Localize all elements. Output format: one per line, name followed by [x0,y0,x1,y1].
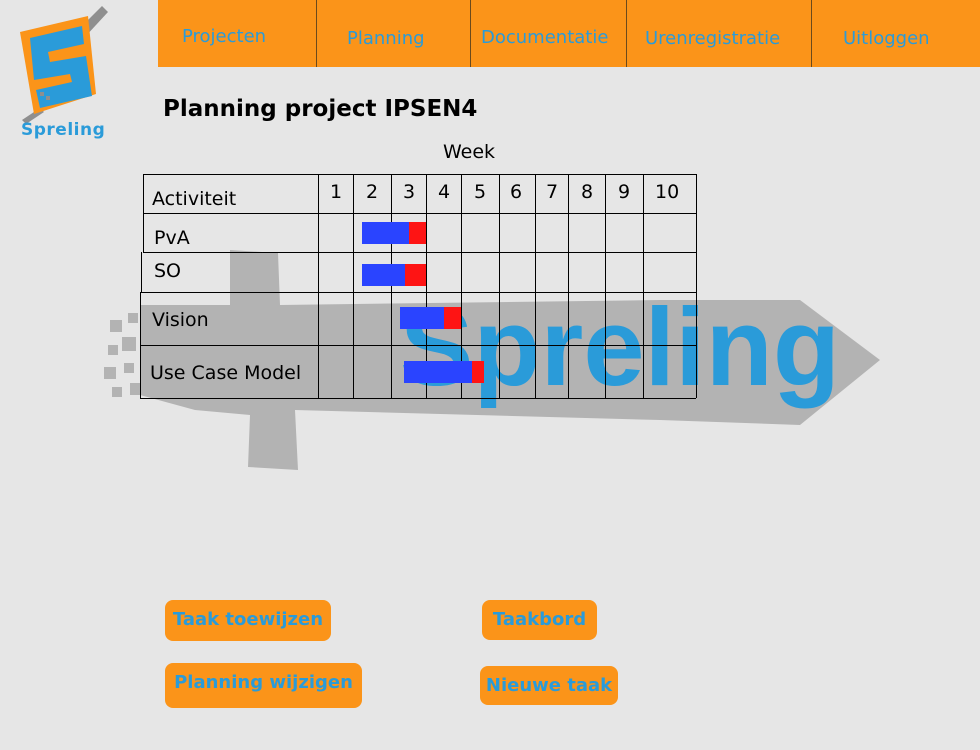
week-label: Week [443,141,496,163]
week-number: 5 [474,181,487,203]
gantt-bar-planned [403,361,473,383]
main-nav: Projecten Planning Documentatie Urenregi… [158,0,980,67]
nav-label: Planning [347,28,425,49]
week-number: 2 [366,181,379,203]
nav-label: Uitloggen [843,28,930,49]
week-number: 3 [403,181,416,203]
new-task-button[interactable]: Nieuwe taak [480,666,618,705]
watermark-text: Spreling [400,286,840,409]
gantt-bar-extra [443,307,461,329]
week-number: 7 [546,181,559,203]
activity-header: Activiteit [152,188,237,210]
nav-label: Projecten [182,26,267,47]
gantt-bar-extra [408,222,426,244]
nav-uitloggen[interactable]: Uitloggen [812,0,980,67]
gantt-bar-extra [405,264,426,286]
nav-label: Documentatie [481,27,609,48]
spreling-logo[interactable]: Spreling [14,4,124,144]
week-number: 4 [438,181,451,203]
spreling-watermark: Spreling [104,250,880,470]
nav-documentatie[interactable]: Documentatie [471,0,627,67]
week-number: 1 [330,181,343,203]
gantt-bar-planned [400,307,444,329]
assign-task-button[interactable]: Taak toewijzen [165,600,331,641]
gantt-bar-planned [362,264,405,286]
nav-projecten[interactable]: Projecten [158,0,317,67]
task-board-button[interactable]: Taakbord [482,600,597,640]
nav-label: Urenregistratie [645,28,781,49]
week-number: 10 [655,181,680,203]
spreling-s-logo-icon [20,6,108,124]
page-title: Planning project IPSEN4 [163,96,478,122]
nav-urenregistratie[interactable]: Urenregistratie [627,0,812,67]
change-planning-button[interactable]: Planning wijzigen [165,663,362,708]
logo-text: Spreling [21,120,106,140]
week-number: 9 [618,181,631,203]
nav-planning[interactable]: Planning [317,0,471,67]
gantt-bar-extra [472,361,484,383]
gantt-bar-planned [362,222,409,244]
week-number: 8 [581,181,594,203]
week-number: 6 [510,181,523,203]
